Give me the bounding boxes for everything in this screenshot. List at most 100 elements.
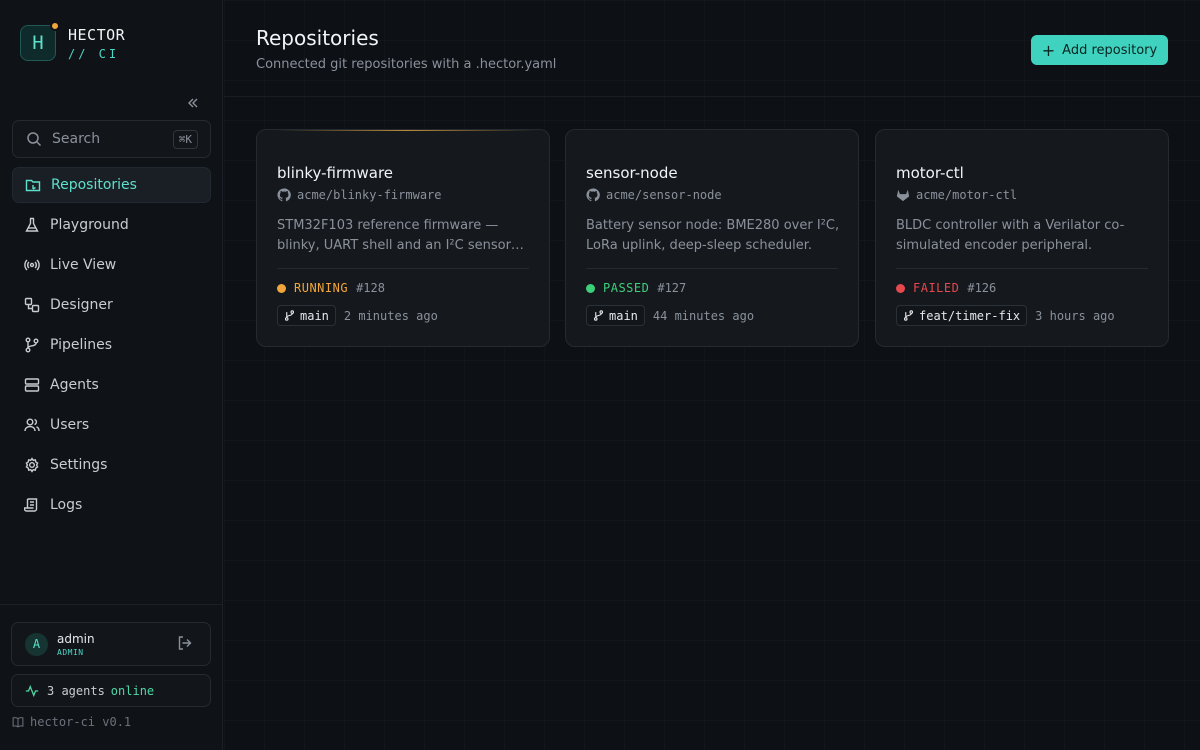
- sidebar-item-label: Repositories: [51, 177, 137, 193]
- user-card[interactable]: A admin ADMIN: [11, 622, 211, 666]
- repo-description: BLDC controller with a Verilator co-simu…: [896, 218, 1125, 253]
- user-name: admin: [57, 631, 95, 646]
- brand-name: HECTOR: [68, 25, 126, 44]
- build-number: #128: [356, 281, 385, 295]
- plus-icon: +: [1041, 40, 1056, 60]
- github-icon: [586, 188, 600, 202]
- branch-badge[interactable]: main: [277, 305, 336, 326]
- gear-icon: [23, 456, 41, 474]
- status-label: FAILED: [913, 281, 960, 295]
- repo-card-blinky-firmware[interactable]: blinky-firmware acme/blinky-firmware STM…: [256, 129, 550, 347]
- branch-icon: [284, 310, 295, 321]
- agents-online: online: [110, 683, 155, 698]
- version-link[interactable]: hector-ci v0.1: [12, 715, 131, 729]
- sidebar-item-users[interactable]: Users: [12, 407, 211, 443]
- branch-icon: [23, 336, 41, 354]
- search-placeholder: Search: [52, 131, 101, 147]
- gitlab-icon: [896, 188, 910, 202]
- sidebar: H HECTOR // CI Search ⌘K Repositories Pl…: [0, 0, 223, 750]
- repo-path[interactable]: acme/blinky-firmware: [277, 188, 442, 202]
- sidebar-item-label: Playground: [50, 217, 129, 233]
- sidebar-item-pipelines[interactable]: Pipelines: [12, 327, 211, 363]
- branch-name: main: [609, 308, 638, 323]
- activity-icon: [25, 684, 39, 698]
- sidebar-item-designer[interactable]: Designer: [12, 287, 211, 323]
- sidebar-item-agents[interactable]: Agents: [12, 367, 211, 403]
- sidebar-item-label: Users: [50, 417, 90, 433]
- sidebar-item-label: Live View: [50, 257, 117, 273]
- version-text: hector-ci v0.1: [30, 715, 132, 729]
- logo: H: [20, 21, 60, 61]
- sidebar-item-playground[interactable]: Playground: [12, 207, 211, 243]
- sidebar-item-live-view[interactable]: Live View: [12, 247, 211, 283]
- logo-letter: H: [32, 32, 44, 54]
- last-run-time: 3 hours ago: [1035, 308, 1115, 323]
- book-icon: [12, 716, 30, 728]
- repo-path-text: acme/motor-ctl: [916, 188, 1018, 202]
- agents-count: 3 agents: [47, 683, 105, 698]
- search-icon: [26, 131, 42, 147]
- card-divider: [586, 268, 838, 269]
- branch-name: main: [300, 308, 329, 323]
- status-dot: [277, 283, 286, 293]
- page-subtitle: Connected git repositories with a .hecto…: [256, 57, 557, 72]
- branch-row: feat/timer-fix 3 hours ago: [896, 305, 1115, 326]
- repo-path-text: acme/blinky-firmware: [297, 188, 442, 202]
- server-icon: [23, 376, 41, 394]
- main-content: Repositories Connected git repositories …: [224, 0, 1200, 750]
- collapse-sidebar-icon[interactable]: [186, 95, 206, 113]
- agents-status[interactable]: 3 agents online: [11, 674, 211, 707]
- sidebar-item-label: Logs: [50, 497, 83, 513]
- repo-card-motor-ctl[interactable]: motor-ctl acme/motor-ctl BLDC controller…: [875, 129, 1169, 347]
- github-icon: [277, 188, 291, 202]
- users-icon: [23, 416, 41, 434]
- notification-dot: [50, 21, 60, 31]
- card-divider: [277, 268, 529, 269]
- branch-row: main 2 minutes ago: [277, 305, 438, 326]
- last-run-time: 44 minutes ago: [652, 308, 755, 323]
- branch-badge[interactable]: feat/timer-fix: [896, 305, 1028, 326]
- build-status[interactable]: FAILED #126: [896, 281, 996, 295]
- status-label: RUNNING: [294, 281, 349, 295]
- flask-icon: [23, 216, 41, 234]
- branch-icon: [593, 310, 604, 321]
- scroll-icon: [23, 496, 41, 514]
- search-input[interactable]: Search ⌘K: [12, 120, 211, 158]
- page-header: Repositories Connected git repositories …: [224, 0, 1200, 97]
- repo-card-sensor-node[interactable]: sensor-node acme/sensor-node Battery sen…: [565, 129, 859, 347]
- status-dot: [586, 283, 595, 293]
- repo-path[interactable]: acme/sensor-node: [586, 188, 722, 202]
- sidebar-nav: Repositories Playground Live View Design…: [12, 167, 211, 527]
- brand[interactable]: H HECTOR // CI: [20, 21, 126, 61]
- repo-icon: [24, 176, 42, 194]
- sidebar-item-label: Agents: [50, 377, 99, 393]
- logout-icon[interactable]: [177, 635, 195, 653]
- sidebar-item-label: Settings: [50, 457, 108, 473]
- build-status[interactable]: RUNNING #128: [277, 281, 385, 295]
- user-role: ADMIN: [57, 647, 84, 657]
- sidebar-item-settings[interactable]: Settings: [12, 447, 211, 483]
- add-repository-button[interactable]: + Add repository: [1031, 35, 1168, 65]
- card-divider: [896, 268, 1148, 269]
- repo-path[interactable]: acme/motor-ctl: [896, 188, 1017, 202]
- build-status[interactable]: PASSED #127: [586, 281, 686, 295]
- sidebar-item-repositories[interactable]: Repositories: [12, 167, 211, 203]
- repo-name: motor-ctl: [896, 164, 964, 182]
- last-run-time: 2 minutes ago: [343, 308, 438, 323]
- status-dot: [896, 283, 905, 293]
- sidebar-item-label: Designer: [50, 297, 113, 313]
- avatar: A: [25, 632, 48, 656]
- repo-description: STM32F103 reference firmware — blinky, U…: [277, 218, 524, 253]
- sidebar-footer: A admin ADMIN 3 agents online hector-ci …: [0, 604, 223, 750]
- sidebar-item-label: Pipelines: [50, 337, 113, 353]
- branch-icon: [903, 310, 914, 321]
- branch-row: main 44 minutes ago: [586, 305, 754, 326]
- build-number: #127: [657, 281, 687, 295]
- sidebar-item-logs[interactable]: Logs: [12, 487, 211, 523]
- branch-badge[interactable]: main: [586, 305, 645, 326]
- repo-name: blinky-firmware: [277, 164, 394, 182]
- status-label: PASSED: [603, 281, 650, 295]
- add-repository-label: Add repository: [1062, 42, 1158, 58]
- page-title: Repositories: [256, 26, 379, 50]
- build-number: #126: [967, 281, 997, 295]
